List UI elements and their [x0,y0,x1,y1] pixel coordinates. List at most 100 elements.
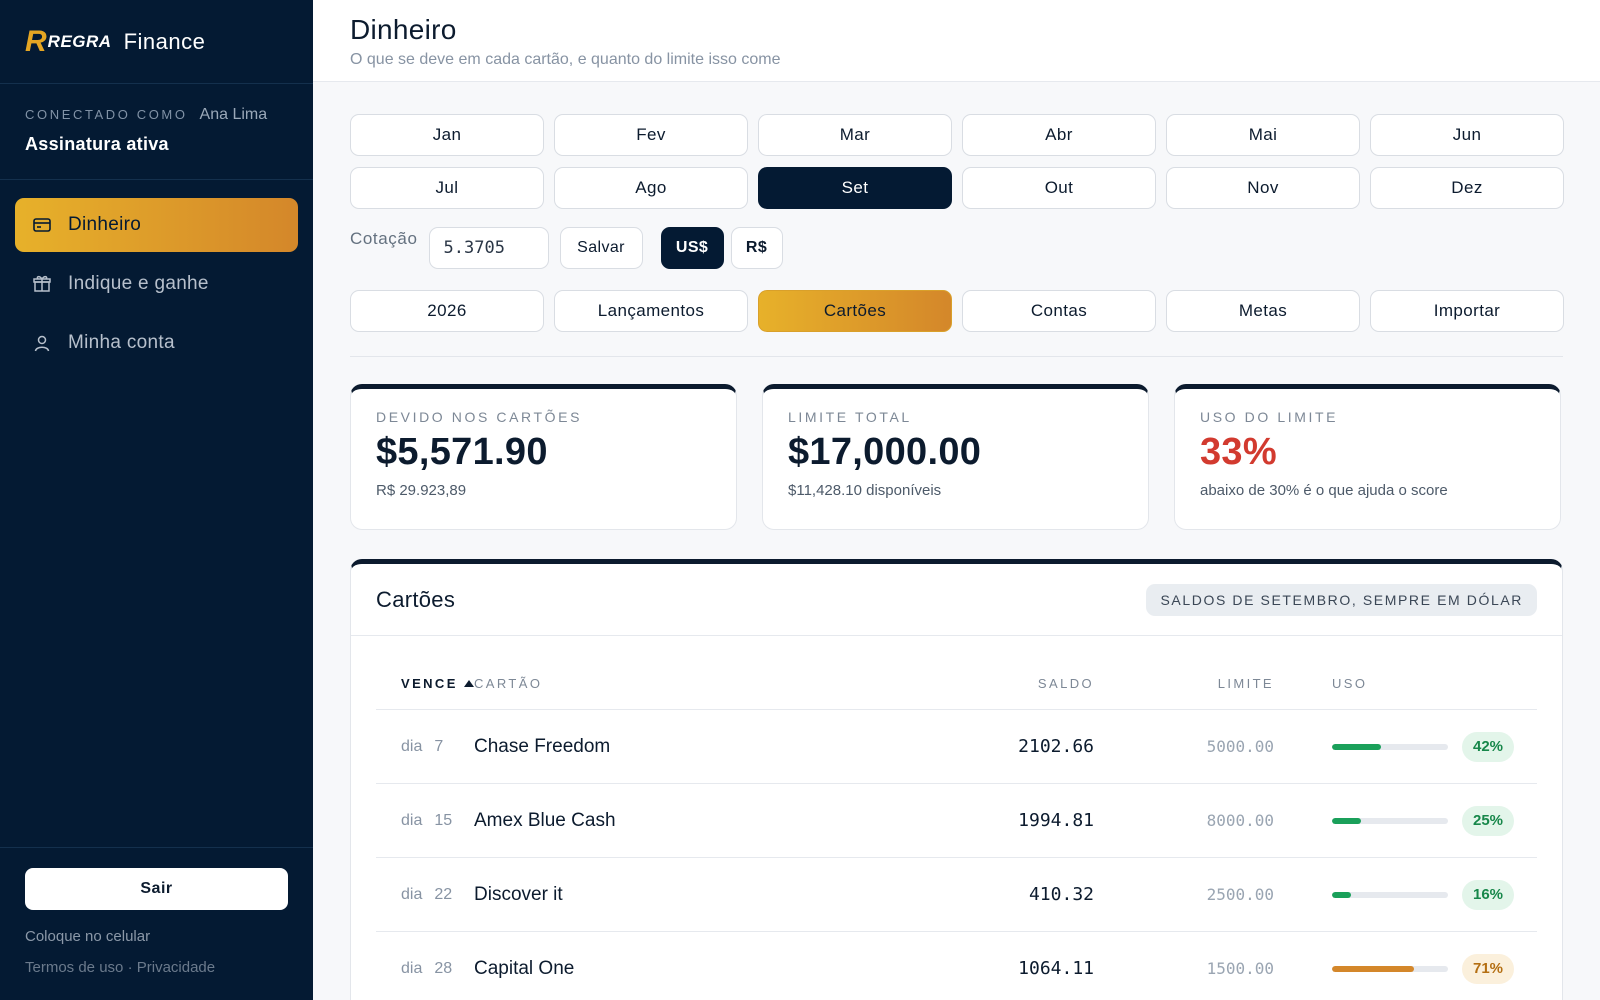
due-word: dia [401,737,423,755]
user-name: Ana Lima [199,106,268,123]
column-header-use[interactable]: USO [1274,676,1534,691]
card-balance: 1064.11 [1018,958,1094,979]
terms-link[interactable]: Termos de uso [25,959,123,976]
month-abr[interactable]: Abr [962,114,1156,156]
card-name: Amex Blue Cash [474,809,616,831]
due-day: 15 [434,811,453,829]
usage-badge: 71% [1462,953,1514,984]
due-cell: dia 15 [376,812,474,830]
usage-badge: 42% [1462,731,1514,762]
cards-panel: Cartões SALDOS DE SETEMBRO, SEMPRE EM DÓ… [350,559,1563,1000]
page-subtitle: O que se deve em cada cartão, e quanto d… [350,51,781,68]
card-name: Discover it [474,883,563,905]
tab-lancamentos[interactable]: Lançamentos [554,290,748,332]
exchange-rate-label: Cotação [350,229,418,248]
due-word: dia [401,959,423,977]
card-name: Capital One [474,957,575,979]
due-day: 28 [434,959,453,977]
month-jul[interactable]: Jul [350,167,544,209]
stat-value: 33% [1200,431,1277,473]
page-title: Dinheiro [350,14,457,45]
column-header-limit[interactable]: LIMITE [1094,676,1274,691]
section-tabs: 2026 Lançamentos Cartões Contas Metas Im… [350,290,1564,332]
month-dez[interactable]: Dez [1370,167,1564,209]
divider [350,356,1563,357]
usage-bar [1332,965,1448,972]
privacy-link[interactable]: Privacidade [137,959,215,976]
sidebar-item-label: Dinheiro [68,214,142,235]
month-nov[interactable]: Nov [1166,167,1360,209]
stat-note: abaixo de 30% é o que ajuda o score [1200,482,1448,499]
usage-bar-fill [1332,965,1415,972]
month-out[interactable]: Out [962,167,1156,209]
column-header-due[interactable]: VENCE [376,676,474,691]
currency-usd-button[interactable]: US$ [660,227,724,269]
sort-ascending-icon [463,680,474,687]
usage-bar [1332,743,1448,750]
usage-bar-fill [1332,743,1381,750]
month-mai[interactable]: Mai [1166,114,1360,156]
table-row[interactable]: dia 22 Discover it 410.32 2500.00 16% [376,858,1537,932]
tab-contas[interactable]: Contas [962,290,1156,332]
month-jun[interactable]: Jun [1370,114,1564,156]
brand[interactable]: R REGRA Finance [0,0,313,84]
cards-panel-header: Cartões SALDOS DE SETEMBRO, SEMPRE EM DÓ… [351,564,1562,636]
sidebar-item-minha-conta[interactable]: Minha conta [15,316,298,370]
card-name: Chase Freedom [474,735,611,757]
stat-value: $5,571.90 [376,431,548,473]
month-fev[interactable]: Fev [554,114,748,156]
card-limit: 8000.00 [1206,811,1274,830]
table-row[interactable]: dia 7 Chase Freedom 2102.66 5000.00 42% [376,710,1537,784]
user-icon [32,333,52,353]
tab-importar[interactable]: Importar [1370,290,1564,332]
sidebar-item-dinheiro[interactable]: Dinheiro [15,198,298,252]
logout-button[interactable]: Sair [25,868,288,910]
cards-panel-title: Cartões [376,586,456,612]
stat-note: $11,428.10 disponíveis [788,482,942,499]
card-limit: 1500.00 [1206,959,1274,978]
column-header-balance[interactable]: SALDO [894,676,1094,691]
tab-cartoes[interactable]: Cartões [758,290,952,332]
month-mar[interactable]: Mar [758,114,952,156]
month-jan[interactable]: Jan [350,114,544,156]
install-app-link[interactable]: Coloque no celular [25,928,288,945]
due-word: dia [401,885,423,903]
use-cell: 42% [1274,731,1534,762]
due-cell: dia 22 [376,886,474,904]
column-header-card[interactable]: CARTÃO [474,676,894,691]
credit-card-icon [32,215,52,235]
card-balance: 410.32 [1028,884,1094,905]
usage-bar-fill [1332,817,1361,824]
due-word: dia [401,811,423,829]
month-set[interactable]: Set [758,167,952,209]
brand-logo: R REGRA [25,26,112,57]
stat-card-limit: LIMITE TOTAL $17,000.00 $11,428.10 dispo… [762,384,1149,530]
stat-card-owed: DEVIDO NOS CARTÕES $5,571.90 R$ 29.923,8… [350,384,737,530]
gift-icon [32,274,52,294]
sidebar-nav: Dinheiro Indique e ganhe Minha conta [0,180,313,370]
save-rate-button[interactable]: Salvar [559,227,643,269]
use-cell: 25% [1274,805,1534,836]
stat-note: R$ 29.923,89 [376,482,467,499]
table-row[interactable]: dia 15 Amex Blue Cash 1994.81 8000.00 25% [376,784,1537,858]
tab-metas[interactable]: Metas [1166,290,1360,332]
sidebar-item-indique[interactable]: Indique e ganhe [15,257,298,311]
use-cell: 71% [1274,953,1534,984]
connected-label: CONECTADO COMO [25,107,188,122]
account-info: CONECTADO COMO Ana Lima Assinatura ativa [0,84,313,180]
month-ago[interactable]: Ago [554,167,748,209]
legal-links: Termos de uso · Privacidade [25,959,288,976]
stat-value: $17,000.00 [788,431,982,473]
exchange-rate-input[interactable]: 5.3705 [428,227,549,269]
cards-panel-badge: SALDOS DE SETEMBRO, SEMPRE EM DÓLAR [1146,583,1537,616]
use-cell: 16% [1274,879,1534,910]
sidebar: R REGRA Finance CONECTADO COMO Ana Lima … [0,0,313,1000]
sidebar-item-label: Indique e ganhe [68,273,209,294]
cards-table: VENCE CARTÃO SALDO LIMITE USO dia 7 Chase… [376,658,1537,1000]
table-row[interactable]: dia 28 Capital One 1064.11 1500.00 71% [376,932,1537,1000]
sidebar-footer: Sair Coloque no celular Termos de uso · … [0,847,313,1000]
page-header: Dinheiro O que se deve em cada cartão, e… [313,0,1600,82]
currency-brl-button[interactable]: R$ [730,227,783,269]
tab-2026[interactable]: 2026 [350,290,544,332]
exchange-rate-row: Cotação 5.3705 Salvar US$ R$ [350,227,1563,272]
